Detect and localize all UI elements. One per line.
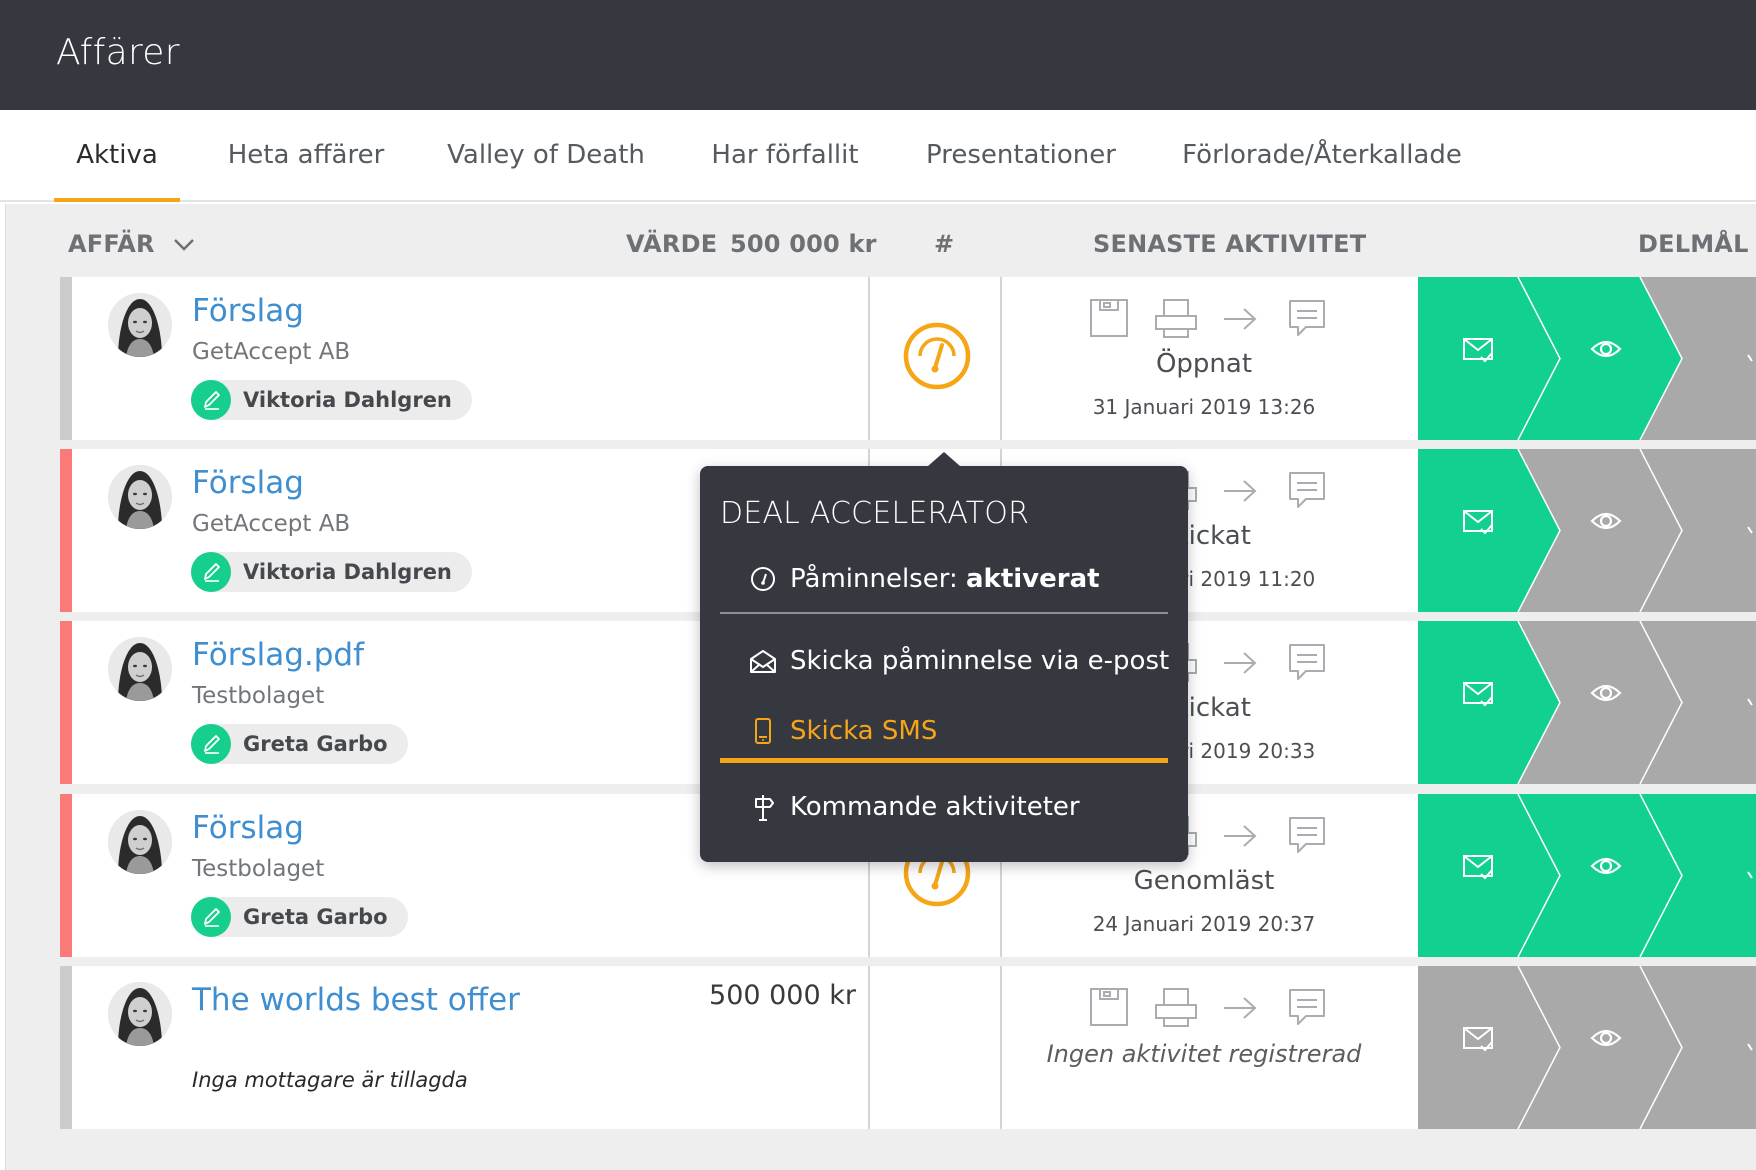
tab-bar: Aktiva Heta affärer Valley of Death Har … [0,110,1756,202]
activity-time: 24 Januari 2019 20:37 [1092,912,1316,936]
tab-aktiva[interactable]: Aktiva [54,140,180,202]
milestone-steps[interactable] [1418,620,1756,785]
upcoming-activities[interactable]: Kommande aktiviteter [748,792,1080,822]
recipient-chip[interactable]: Greta Garbo [191,724,408,764]
column-header-value-total: 500 000 kr [730,230,877,258]
activity-icons [1090,988,1370,1028]
deal-title-link[interactable]: Förslag.pdf [192,637,364,673]
tab-har-forfallit[interactable]: Har förfallit [704,140,866,202]
popup-title: DEAL ACCELERATOR [720,496,1030,531]
page-title: Affärer [56,32,180,73]
pen-icon [191,897,231,937]
avatar [108,810,172,874]
comment-icon [1289,472,1325,508]
popup-arrow [928,452,960,466]
column-header-count: # [934,230,955,258]
sms-label: Skicka SMS [790,716,938,746]
email-reminder-label: Skicka påminnelse via e-post [790,646,1170,676]
recipient-name: Greta Garbo [243,732,388,756]
pen-icon [191,724,231,764]
column-header-value[interactable]: VÄRDE [626,230,717,258]
status-stripe [60,621,72,784]
comment-icon [1289,300,1325,336]
envelope-open-icon [750,650,776,673]
reminders-toggle[interactable]: Påminnelser: aktiverat [748,564,1100,594]
company-name: Testbolaget [192,856,325,882]
milestone-steps[interactable] [1418,448,1756,613]
printer-icon [1155,299,1197,338]
recipient-chip[interactable]: Viktoria Dahlgren [191,380,472,420]
deal-title-link[interactable]: Förslag [192,465,304,501]
recipient-name: Viktoria Dahlgren [243,560,452,584]
send-email-reminder[interactable]: Skicka påminnelse via e-post [748,646,1169,676]
printer-icon [1155,988,1197,1027]
left-edge [0,204,6,1170]
column-divider [868,277,870,440]
column-header-milestones: DELMÅL [1638,230,1749,258]
milestone-steps[interactable] [1418,276,1756,441]
comment-icon [1289,644,1325,680]
recipient-chip[interactable]: Viktoria Dahlgren [191,552,472,592]
arrow-right-icon [1224,308,1257,330]
document-icon [1090,299,1128,337]
deal-title-link[interactable]: Förslag [192,810,304,846]
no-activity-text: Ingen aktivitet registrerad [1046,1040,1362,1068]
arrow-right-icon [1224,825,1257,847]
send-sms[interactable]: Skicka SMS [748,716,937,746]
signpost-icon [755,795,774,821]
document-icon [1090,988,1128,1026]
tab-valley-of-death[interactable]: Valley of Death [446,140,646,202]
status-stripe [60,277,72,440]
gauge-icon [751,567,775,591]
phone-icon [755,718,771,744]
activity-status: Öppnat [1155,349,1253,379]
deal-accelerator-gauge-icon[interactable] [902,321,972,391]
tab-presentationer[interactable]: Presentationer [926,140,1116,202]
avatar [108,293,172,357]
arrow-right-icon [1224,997,1257,1019]
recipient-name: Viktoria Dahlgren [243,388,452,412]
pen-icon [191,552,231,592]
comment-icon [1289,989,1325,1025]
comment-icon [1289,817,1325,853]
pen-icon [191,380,231,420]
deal-row[interactable]: Förslag GetAccept AB Viktoria Dahlgren [60,276,1756,441]
milestone-steps[interactable] [1418,965,1756,1130]
activity-icons [1090,299,1370,339]
column-header-latest-activity[interactable]: SENASTE AKTIVITET [1093,230,1366,258]
deal-row[interactable]: The worlds best offer Inga mottagare är t… [60,965,1756,1130]
upcoming-label: Kommande aktiviteter [790,792,1080,822]
activity-status: Genomläst [1133,866,1275,896]
tab-forlorade-aterkallade[interactable]: Förlorade/Återkallade [1182,140,1462,202]
activity-time: 31 Januari 2019 13:26 [1092,395,1316,419]
chevron-down-icon[interactable] [172,236,196,254]
reminders-label: Påminnelser: [790,564,958,594]
status-stripe [60,966,72,1129]
column-header-deal[interactable]: AFFÄR [68,230,155,258]
deal-accelerator-popup: DEAL ACCELERATOR Påminnelser: aktiverat … [700,452,1188,862]
deal-title-link[interactable]: The worlds best offer [192,982,520,1018]
popup-divider [720,612,1168,614]
company-name: GetAccept AB [192,511,351,537]
app-header: Affärer [0,0,1756,110]
arrow-right-icon [1224,480,1257,502]
sms-active-underline [720,758,1168,763]
status-stripe [60,794,72,957]
recipient-chip[interactable]: Greta Garbo [191,897,408,937]
tab-heta-affarer[interactable]: Heta affärer [222,140,390,202]
deal-value: 500 000 kr [709,980,856,1011]
column-divider [868,966,870,1129]
no-recipient-text: Inga mottagare är tillagda [192,1068,468,1092]
status-stripe [60,449,72,612]
company-name: Testbolaget [192,683,325,709]
reminders-value: aktiverat [965,564,1100,594]
avatar [108,465,172,529]
arrow-right-icon [1224,652,1257,674]
company-name: GetAccept AB [192,339,351,365]
milestone-steps[interactable] [1418,793,1756,958]
deal-title-link[interactable]: Förslag [192,293,304,329]
avatar [108,637,172,701]
avatar [108,982,172,1046]
recipient-name: Greta Garbo [243,905,388,929]
